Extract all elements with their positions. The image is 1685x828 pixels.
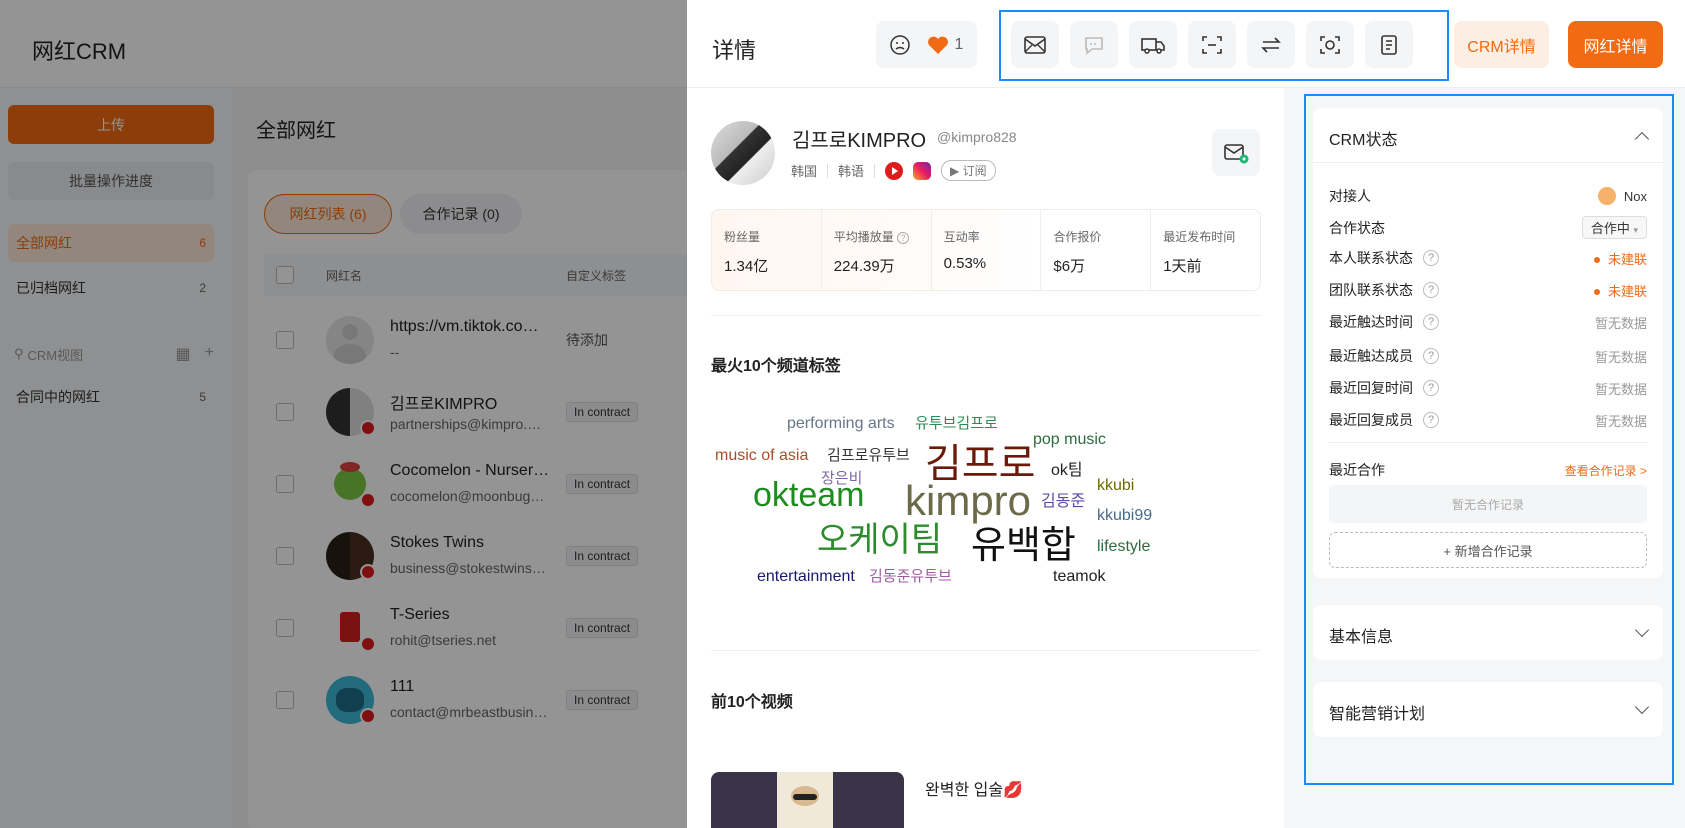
profile-country: 韩国	[791, 164, 818, 179]
tag-word: 김동준유투브	[869, 568, 952, 585]
tag-word: 유투브김프로	[915, 415, 998, 432]
crm-detail-button[interactable]: CRM详情	[1454, 21, 1549, 68]
toolbar-highlight	[999, 10, 1449, 81]
profile-name: 김프로KIMPRO	[792, 130, 927, 152]
drawer-header: 详情 1 CRM详情 网红详情	[687, 0, 1685, 88]
tag-word: entertainment	[757, 568, 855, 585]
detail-drawer: 详情 1 CRM详情 网红详情 김프로KIMPRO @kimpro828 韩国 …	[687, 0, 1685, 828]
instagram-icon[interactable]	[913, 161, 932, 180]
divider	[711, 650, 1261, 651]
tag-word: performing arts	[787, 415, 895, 432]
sad-face-icon	[890, 34, 910, 55]
envelope-check-icon	[1224, 143, 1249, 163]
tag-word: kkubi99	[1097, 507, 1153, 524]
modal-overlay[interactable]	[0, 0, 687, 828]
profile-meta: 韩国 韩语 ▶ 订阅	[791, 160, 996, 181]
tag-word: ok팀	[1051, 462, 1083, 479]
profile-avatar	[711, 121, 775, 185]
divider	[711, 315, 1261, 316]
youtube-icon[interactable]	[885, 161, 904, 180]
tag-word: 오케이팀	[817, 521, 943, 559]
tag-word: 김프로유투브	[827, 447, 910, 464]
tag-word: teamok	[1053, 568, 1106, 585]
drawer-title: 详情	[712, 38, 757, 63]
subscribe-badge[interactable]: ▶ 订阅	[941, 160, 996, 181]
tag-word: music of asia	[715, 447, 809, 464]
profile-handle: @kimpro828	[937, 129, 1017, 145]
stat-engagement: 互动率 0.53%	[932, 210, 1042, 290]
stat-price: 合作报价 $6万	[1041, 210, 1152, 290]
stat-last-post: 最近发布时间 1天前	[1163, 230, 1236, 275]
like-button[interactable]: 1	[913, 21, 977, 68]
tag-word: okteam	[753, 476, 865, 514]
tags-section-title: 最火10个频道标签	[711, 358, 841, 375]
tag-word: lifestyle	[1097, 538, 1151, 555]
videos-section-title: 前10个视频	[711, 694, 793, 711]
crm-panel-highlight	[1304, 94, 1674, 785]
like-count: 1	[954, 35, 964, 53]
tag-word: pop music	[1033, 431, 1106, 448]
stat-avg-views: 平均播放量 ? 224.39万	[822, 210, 932, 290]
heart-icon	[927, 36, 948, 54]
stats-panel: 粉丝量 1.34亿 平均播放量 ? 224.39万 互动率 0.53% 合作报价…	[711, 209, 1261, 291]
video-thumbnail[interactable]	[711, 772, 904, 828]
tag-word: 김동준	[1041, 493, 1086, 510]
send-email-button[interactable]	[1212, 129, 1260, 176]
tag-word: kimpro	[905, 477, 1032, 524]
stat-followers: 粉丝量 1.34亿	[712, 210, 822, 290]
video-title[interactable]: 완벽한 입술💋	[925, 776, 1023, 800]
profile-language: 韩语	[838, 164, 865, 179]
help-icon: ?	[897, 232, 910, 244]
tag-word: 유백합	[971, 525, 1076, 567]
tag-word: kkubi	[1097, 477, 1135, 494]
influencer-detail-button[interactable]: 网红详情	[1568, 21, 1663, 68]
